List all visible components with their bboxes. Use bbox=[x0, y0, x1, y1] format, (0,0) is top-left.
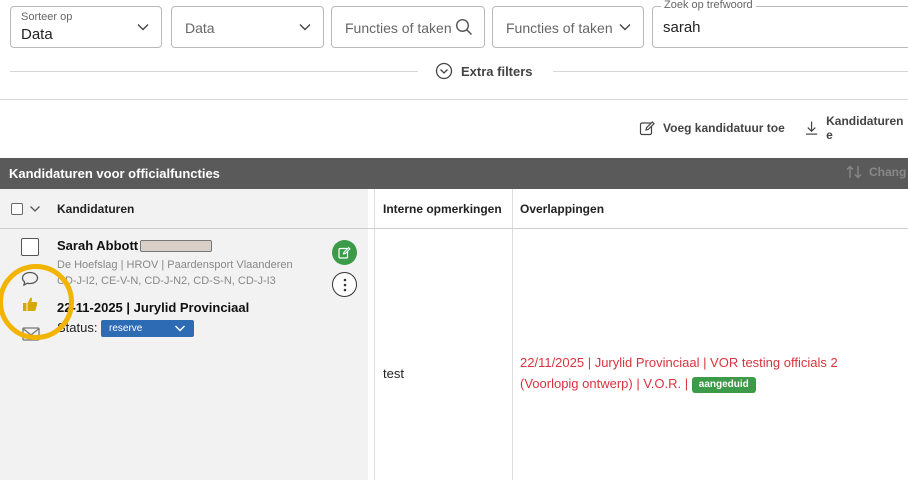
divider bbox=[10, 71, 418, 72]
sort-select[interactable]: Sorteer op Data bbox=[10, 6, 162, 48]
data-select[interactable]: Data bbox=[171, 6, 324, 48]
keyword-search-label: Zoek op trefwoord bbox=[661, 0, 756, 11]
change-label: Chang bbox=[869, 165, 907, 179]
add-candidacy-button[interactable]: Voeg kandidatuur toe bbox=[639, 118, 785, 138]
edit-icon bbox=[338, 246, 351, 259]
chevron-down-icon bbox=[175, 325, 185, 332]
overlap-text[interactable]: 22/11/2025 | Jurylid Provinciaal | VOR t… bbox=[520, 355, 838, 391]
candidate-qualifications: CD-J-I2, CE-V-N, CD-J-N2, CD-S-N, CD-J-I… bbox=[57, 275, 276, 287]
more-vertical-icon bbox=[343, 278, 346, 291]
change-icon bbox=[846, 165, 862, 179]
search-icon bbox=[455, 18, 473, 36]
status-select[interactable]: reserve bbox=[101, 320, 194, 337]
header-candidacies: Kandidaturen bbox=[57, 202, 135, 216]
edit-icon bbox=[639, 121, 655, 136]
functies-select-value: Functies of taken bbox=[506, 20, 613, 36]
section-header: Kandidaturen voor officialfuncties Chang bbox=[0, 158, 908, 189]
functies-search-placeholder: Functies of taken bbox=[345, 20, 452, 36]
edit-button[interactable] bbox=[332, 240, 357, 265]
overlap-cell: 22/11/2025 | Jurylid Provinciaal | VOR t… bbox=[520, 352, 890, 394]
extra-filters-row: Extra filters bbox=[10, 60, 908, 84]
divider bbox=[553, 71, 908, 72]
sort-label: Sorteer op bbox=[21, 11, 73, 23]
filter-bar: Sorteer op Data Data Functies of taken F… bbox=[0, 0, 908, 100]
export-candidacies-button[interactable]: Kandidaturen e bbox=[805, 114, 908, 142]
keyword-search-value: sarah bbox=[663, 19, 701, 36]
add-candidacy-label: Voeg kandidatuur toe bbox=[663, 121, 785, 135]
redacted-field bbox=[140, 240, 212, 252]
functies-search-input[interactable]: Functies of taken bbox=[331, 6, 485, 48]
column-divider bbox=[374, 189, 375, 480]
chevron-down-icon bbox=[299, 24, 311, 31]
candidate-club: De Hoefslag | HROV | Paardensport Vlaand… bbox=[57, 259, 293, 271]
function-title: 22-11-2025 | Jurylid Provinciaal bbox=[57, 300, 250, 315]
candidate-name[interactable]: Sarah Abbott bbox=[57, 238, 138, 253]
status-label: Status: bbox=[57, 320, 98, 335]
status-value: reserve bbox=[109, 323, 143, 334]
thumbs-up-icon[interactable] bbox=[22, 296, 38, 312]
extra-filters-label: Extra filters bbox=[461, 63, 533, 79]
mail-icon[interactable] bbox=[22, 327, 40, 341]
keyword-search-input[interactable]: Zoek op trefwoord sarah bbox=[652, 0, 908, 48]
export-candidacies-label: Kandidaturen e bbox=[826, 114, 904, 142]
chevron-down-icon bbox=[137, 24, 149, 31]
header-internal-remarks: Interne opmerkingen bbox=[383, 202, 502, 216]
chevron-down-icon bbox=[619, 24, 631, 31]
comment-icon[interactable] bbox=[21, 271, 39, 287]
extra-filters-toggle[interactable]: Extra filters bbox=[435, 62, 533, 80]
circle-chevron-down-icon bbox=[435, 62, 453, 80]
functies-select[interactable]: Functies of taken bbox=[492, 6, 644, 48]
internal-remark: test bbox=[383, 366, 404, 381]
download-icon bbox=[805, 121, 818, 135]
row-select-checkbox[interactable] bbox=[21, 238, 39, 256]
sort-value: Data bbox=[21, 26, 53, 43]
chevron-down-icon[interactable] bbox=[29, 204, 41, 214]
overlap-status-badge: aangeduid bbox=[691, 377, 756, 393]
change-button[interactable]: Chang bbox=[846, 165, 906, 179]
header-overlaps: Overlappingen bbox=[520, 202, 605, 216]
data-select-value: Data bbox=[185, 20, 215, 36]
more-options-button[interactable] bbox=[332, 272, 357, 297]
select-all-checkbox[interactable] bbox=[11, 203, 23, 215]
column-divider bbox=[512, 189, 513, 480]
section-title: Kandidaturen voor officialfuncties bbox=[9, 166, 220, 181]
header-divider bbox=[0, 228, 908, 229]
